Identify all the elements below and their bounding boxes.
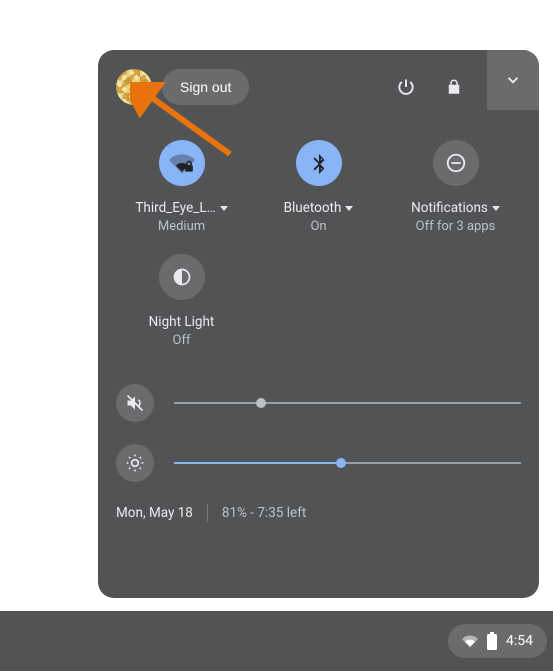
lock-button[interactable] [435,68,473,106]
taskbar: 4:54 [0,611,553,671]
battery-tray-icon [486,632,498,650]
bluetooth-toggle[interactable] [296,140,342,186]
wifi-icon [169,150,195,176]
volume-row [116,384,521,422]
bluetooth-tile: Bluetooth On [253,134,384,240]
caret-down-icon [492,206,500,211]
quick-tiles-grid: Third_Eye_L… Medium Bluetooth On Notific… [116,134,521,354]
footer-divider [207,504,208,522]
night-light-tile: Night Light Off [116,248,247,354]
notifications-tile: Notifications Off for 3 apps [390,134,521,240]
collapse-button[interactable] [487,50,539,110]
volume-mute-button[interactable] [116,384,154,422]
night-light-sub: Off [173,333,191,348]
volume-slider[interactable] [174,402,521,404]
lock-icon [445,78,463,96]
wifi-label-row[interactable]: Third_Eye_L… [135,200,227,216]
power-button[interactable] [387,68,425,106]
night-light-toggle[interactable] [159,254,205,300]
quick-settings-panel: Sign out Third_Eye_L… Medium [98,50,539,598]
wifi-sub: Medium [158,219,205,234]
caret-down-icon [345,206,353,211]
panel-footer: Mon, May 18 81% - 7:35 left [116,504,521,522]
user-avatar[interactable] [116,69,152,105]
system-tray[interactable]: 4:54 [448,624,547,658]
footer-date: Mon, May 18 [116,505,193,521]
do-not-disturb-icon [445,152,467,174]
caret-down-icon [220,206,228,211]
notifications-sub: Off for 3 apps [416,219,496,234]
wifi-tile: Third_Eye_L… Medium [116,134,247,240]
brightness-icon [125,453,145,473]
sliders-section [116,384,521,482]
notifications-label-row[interactable]: Notifications [411,200,500,216]
volume-slider-thumb[interactable] [256,398,266,408]
tray-time: 4:54 [506,633,533,649]
brightness-row [116,444,521,482]
volume-mute-icon [125,393,145,413]
notifications-toggle[interactable] [433,140,479,186]
brightness-slider-thumb[interactable] [336,458,346,468]
night-light-icon [172,267,192,287]
wifi-toggle[interactable] [159,140,205,186]
brightness-slider[interactable] [174,462,521,464]
night-light-label: Night Light [149,314,215,330]
power-icon [396,77,416,97]
bluetooth-label-row[interactable]: Bluetooth [284,200,354,216]
sign-out-button[interactable]: Sign out [162,69,249,105]
footer-battery: 81% - 7:35 left [222,505,306,521]
night-light-label-row[interactable]: Night Light [149,314,215,330]
bluetooth-sub: On [310,219,326,234]
bluetooth-label: Bluetooth [284,200,342,216]
panel-header: Sign out [116,68,521,106]
brightness-slider-fill [174,462,341,464]
bluetooth-icon [308,152,330,174]
wifi-label: Third_Eye_L… [135,200,215,216]
chevron-down-icon [504,71,522,89]
brightness-button[interactable] [116,444,154,482]
notifications-label: Notifications [411,200,488,216]
wifi-tray-icon [462,633,478,649]
